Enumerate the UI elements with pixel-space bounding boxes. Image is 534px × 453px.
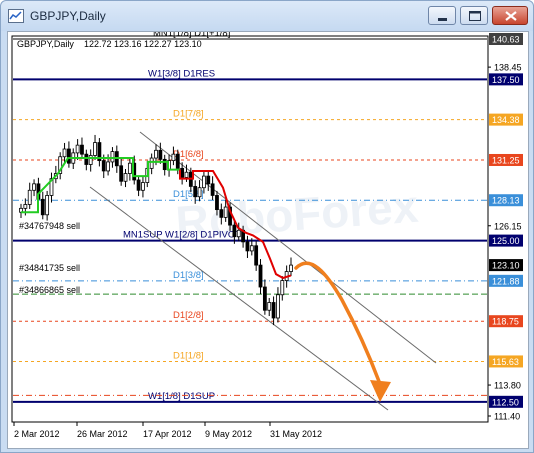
chart-icon xyxy=(8,9,24,23)
candle xyxy=(254,241,259,271)
candle xyxy=(267,297,272,317)
minimize-button[interactable] xyxy=(428,6,456,25)
candle xyxy=(32,179,36,197)
price-tick-label: 138.45 xyxy=(494,63,522,73)
date-tick-label: 2 Mar 2012 xyxy=(14,429,60,439)
level-label: D1[7/8] xyxy=(173,109,204,120)
svg-text:131.25: 131.25 xyxy=(492,155,520,165)
candle xyxy=(162,154,167,176)
current-price-tag: 123.10 xyxy=(489,259,523,272)
price-tick-label: 111.40 xyxy=(494,412,520,422)
info-ohlc: 122.72 123.16 122.27 123.10 xyxy=(84,39,202,49)
svg-text:134.38: 134.38 xyxy=(492,115,520,125)
candle xyxy=(289,257,293,277)
candle xyxy=(80,137,84,159)
minimize-icon xyxy=(438,18,447,21)
candle xyxy=(40,191,45,220)
candle xyxy=(75,139,80,160)
info-symbol: GBPJPY,Daily xyxy=(17,39,74,49)
level-label: D1[3/8] xyxy=(173,270,204,281)
svg-text:118.75: 118.75 xyxy=(492,317,519,327)
candle xyxy=(58,152,63,180)
order-label: #34841735 sell xyxy=(19,263,80,273)
candle xyxy=(19,203,23,219)
candle xyxy=(119,158,124,186)
date-tick-label: 26 Mar 2012 xyxy=(77,429,128,439)
candle xyxy=(158,142,163,164)
order-label: #34767948 sell xyxy=(19,221,80,231)
svg-text:140.63: 140.63 xyxy=(492,35,520,45)
svg-text:137.50: 137.50 xyxy=(492,75,520,85)
candle xyxy=(123,169,128,188)
level-price-tag: 134.38 xyxy=(489,113,523,126)
date-axis: 2 Mar 2012 26 Mar 2012 17 Apr 2012 9 May 20… xyxy=(13,422,322,439)
price-tick-label: 126.15 xyxy=(494,221,522,231)
level-price-tag: 137.50 xyxy=(489,73,523,86)
candle xyxy=(97,138,102,167)
candle xyxy=(280,276,285,301)
chart-area[interactable]: RoboForex MN1[1/8] D1[+1/8] 140.63 W1[3/8]… xyxy=(7,28,529,449)
close-button[interactable] xyxy=(492,6,528,25)
level-price-tag: 115.63 xyxy=(489,355,523,368)
order-label: #34866865 sell xyxy=(19,285,80,295)
window-title: GBPJPY,Daily xyxy=(30,9,106,23)
candle xyxy=(276,287,280,323)
maximize-icon xyxy=(469,11,481,21)
candle xyxy=(88,149,93,172)
level-price-tag: 125.00 xyxy=(489,234,523,247)
price-tick-label: 113.80 xyxy=(494,381,521,391)
level-price-tag: 112.50 xyxy=(489,395,523,408)
maximize-button[interactable] xyxy=(460,6,488,25)
level-price-tag: 128.13 xyxy=(489,194,523,207)
level-label: D1[2/8] xyxy=(173,310,204,321)
candle xyxy=(258,259,263,295)
level-price-tag: 121.88 xyxy=(489,274,523,287)
candle xyxy=(49,172,54,203)
trend-up-line xyxy=(21,157,180,214)
candle xyxy=(93,134,97,160)
candle xyxy=(127,157,132,181)
level-price-tag: 140.63 xyxy=(489,33,523,45)
candle xyxy=(262,279,267,315)
svg-text:121.88: 121.88 xyxy=(492,276,520,286)
close-icon xyxy=(505,11,517,21)
candle xyxy=(67,141,71,168)
candle xyxy=(136,175,141,197)
level-price-tag: 131.25 xyxy=(489,153,523,166)
price-chart[interactable]: RoboForex MN1[1/8] D1[+1/8]140.63W1[3/8]… xyxy=(8,28,528,448)
svg-text:115.63: 115.63 xyxy=(492,357,519,367)
svg-text:125.00: 125.00 xyxy=(492,236,520,246)
svg-text:123.10: 123.10 xyxy=(492,261,520,271)
level-label: W1[1/8] D1SUP xyxy=(148,391,215,402)
date-tick-label: 31 May 2012 xyxy=(270,429,322,439)
level-label: D1[1/8] xyxy=(173,350,204,361)
level-label: MN1SUP W1[2/8] D1PIVOT xyxy=(123,230,241,241)
candle xyxy=(114,145,119,173)
candle xyxy=(27,182,32,209)
level-label: MN1[1/8] D1[+1/8] xyxy=(153,32,230,39)
level-price-tag: 118.75 xyxy=(489,315,523,328)
candle xyxy=(206,170,211,191)
candle xyxy=(45,190,50,221)
candle xyxy=(141,176,145,198)
date-tick-label: 9 May 2012 xyxy=(205,429,252,439)
chart-window: GBPJPY,Daily RoboForex MN1[1/8] D1[+1/8]… xyxy=(0,0,534,453)
trend-channel xyxy=(89,131,437,411)
candle xyxy=(149,153,154,175)
candle xyxy=(84,149,89,171)
level-label: W1[3/8] D1RES xyxy=(148,68,215,79)
date-tick-label: 17 Apr 2012 xyxy=(143,429,192,439)
forecast-arrow xyxy=(294,261,391,402)
svg-text:128.13: 128.13 xyxy=(492,196,520,206)
svg-text:112.50: 112.50 xyxy=(492,397,519,407)
title-bar[interactable]: GBPJPY,Daily xyxy=(1,1,533,31)
